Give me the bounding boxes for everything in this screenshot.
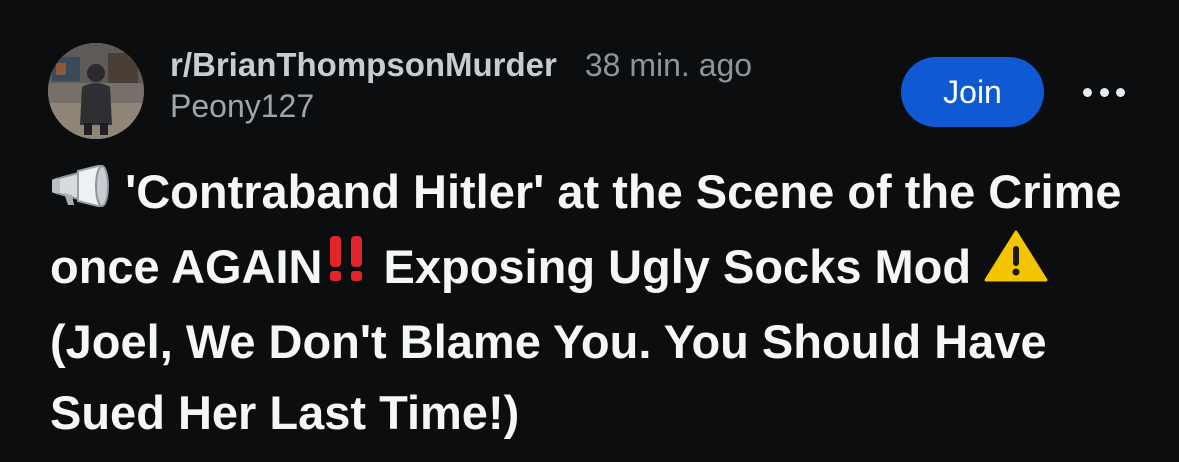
meta-row: r/BrianThompsonMurder 38 min. ago bbox=[170, 46, 752, 84]
more-options-icon[interactable] bbox=[1078, 72, 1130, 112]
dot bbox=[1083, 87, 1092, 97]
avatar[interactable] bbox=[48, 43, 144, 139]
megaphone-icon bbox=[50, 155, 112, 226]
post-meta: r/BrianThompsonMurder 38 min. ago Peony1… bbox=[170, 46, 752, 125]
avatar-image bbox=[48, 43, 144, 139]
join-button[interactable]: Join bbox=[901, 57, 1044, 127]
dot bbox=[1099, 87, 1109, 97]
title-text-part2: Exposing Ugly Socks Mod bbox=[370, 240, 985, 294]
post-card: r/BrianThompsonMurder 38 min. ago Peony1… bbox=[0, 0, 1179, 462]
post-title[interactable]: 'Contraband Hitler' at the Scene of the … bbox=[50, 156, 1140, 448]
join-button-label: Join bbox=[943, 73, 1002, 110]
post-timestamp: 38 min. ago bbox=[584, 47, 753, 83]
subreddit-link[interactable]: r/BrianThompsonMurder bbox=[170, 46, 557, 84]
title-text-part3: (Joel, We Don't Blame You. You Should Ha… bbox=[50, 315, 1047, 440]
warning-icon bbox=[984, 230, 1048, 301]
dot bbox=[1116, 87, 1125, 97]
double-exclamation-icon bbox=[322, 230, 370, 301]
author-link[interactable]: Peony127 bbox=[170, 88, 752, 125]
